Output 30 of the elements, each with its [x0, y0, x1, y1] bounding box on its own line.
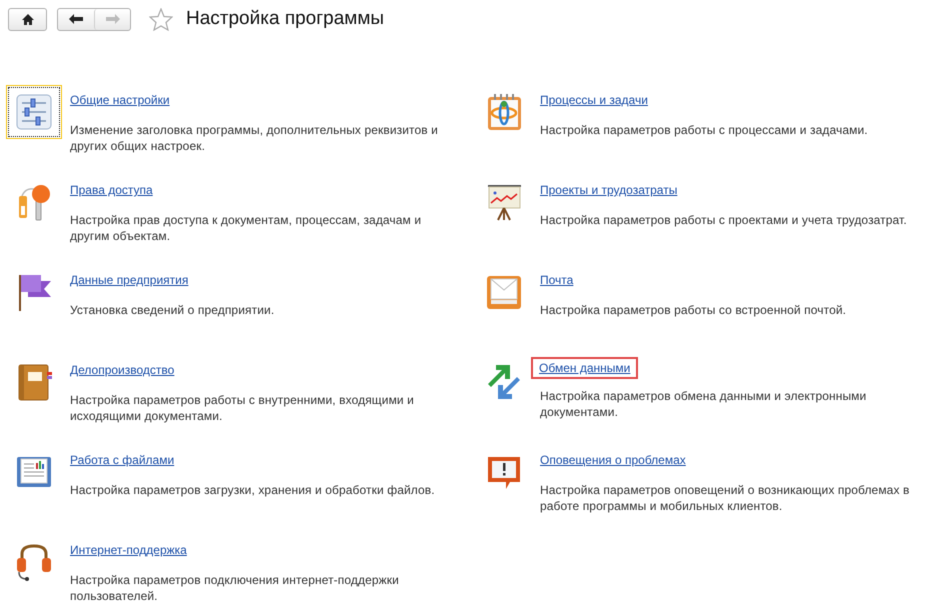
section-link[interactable]: Данные предприятия — [67, 271, 192, 289]
section-link[interactable]: Почта — [537, 271, 576, 289]
sliders-icon — [14, 92, 54, 132]
page-title: Настройка программы — [186, 8, 384, 30]
section-link[interactable]: Оповещения о проблемах — [537, 451, 689, 469]
section-description: Настройка параметров работы с внутренними, входящими и исходящими документами. — [70, 392, 415, 424]
section-description: Изменение заголовка программы, дополнительных реквизитов и других общих настроек. — [70, 122, 439, 154]
left-arrow-icon — [69, 14, 83, 24]
section-link[interactable]: Интернет-поддержка — [67, 541, 190, 559]
section-link[interactable]: Общие настройки — [67, 91, 173, 109]
home-icon — [22, 14, 34, 24]
section-link[interactable]: Работа с файлами — [67, 451, 178, 469]
section-description: Настройка параметров обмена данными и электронными документами. — [540, 388, 868, 420]
section-link[interactable]: Права доступа — [67, 181, 156, 199]
right-arrow-icon — [106, 14, 120, 24]
headset-icon — [14, 542, 54, 582]
section-description: Настройка прав доступа к документам, процессам, задачам и другим объектам. — [70, 212, 422, 244]
section-link[interactable]: Проекты и трудозатраты — [537, 181, 680, 199]
home-button[interactable] — [8, 8, 47, 30]
section-description: Настройка параметров подключения интернет-поддержки пользователей. — [70, 572, 400, 603]
section-description: Настройка параметров работы с проектами и учета трудозатрат. — [540, 212, 907, 228]
section-description: Настройка параметров работы со встроенной почтой. — [540, 302, 846, 318]
section-link[interactable]: Делопроизводство — [67, 361, 178, 379]
section-description: Настройка параметров оповещений о возникающих проблемах в работе программы и мобильных клиентов. — [540, 482, 910, 514]
star-icon[interactable] — [149, 8, 173, 30]
section-description: Настройка параметров загрузки, хранения и обработки файлов. — [70, 482, 435, 498]
section-link[interactable]: Обмен данными — [531, 357, 638, 379]
section-link[interactable]: Процессы и задачи — [537, 91, 651, 109]
section-description: Настройка параметров работы с процессами и задачами. — [540, 122, 868, 138]
section-description: Установка сведений о предприятии. — [70, 302, 274, 318]
